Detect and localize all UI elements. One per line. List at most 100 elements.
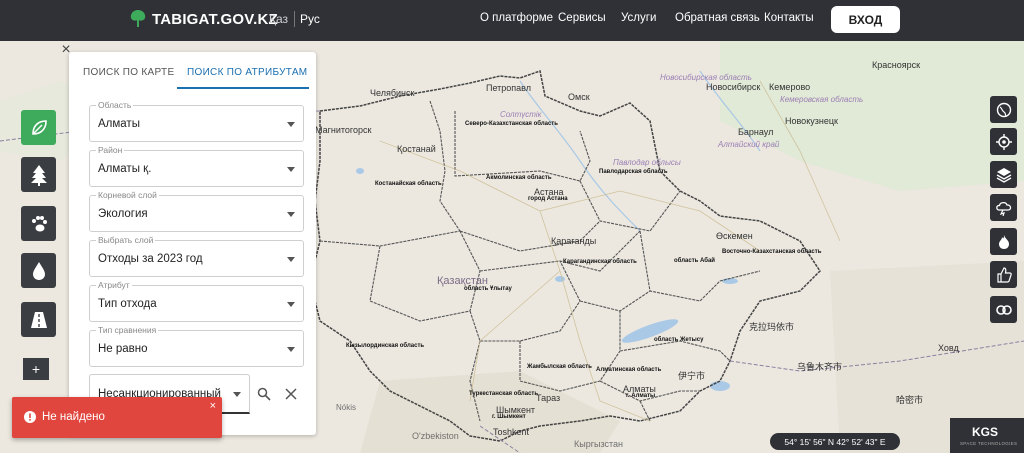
map-region-ulytau: область Ұлытау — [464, 286, 512, 292]
nav-feedback[interactable]: Обратная связь — [675, 12, 760, 24]
tree-logo-icon — [130, 10, 146, 27]
crosshair-icon — [995, 133, 1012, 150]
fauna-layer-button[interactable] — [21, 206, 56, 241]
toast-message: Не найдено — [42, 411, 105, 423]
roads-layer-button[interactable] — [21, 302, 56, 337]
ecology-layer-button[interactable] — [21, 110, 56, 145]
district-select[interactable]: Район Алматы қ. — [89, 145, 304, 187]
map-city-novokuznetsk: Новокузнецк — [785, 116, 838, 126]
kgs-logo: KGS SPACE TECHNOLOGIES — [950, 418, 1024, 453]
coordinates-readout: 54° 15' 56" N 42° 52' 43" E — [770, 433, 900, 450]
site-logo[interactable]: TABIGAT.GOV.KZ — [128, 9, 278, 29]
feedback-button[interactable] — [990, 261, 1017, 288]
thumbs-up-icon — [996, 266, 1012, 283]
tab-attribute-search[interactable]: ПОИСК ПО АТРИБУТАМ — [187, 67, 307, 78]
water-layer-button[interactable] — [21, 253, 56, 288]
map-region-kyzylorda: Кызылординская область — [346, 343, 425, 349]
region-select[interactable]: Область Алматы — [89, 100, 304, 142]
lang-kz-link[interactable]: Қаз — [269, 12, 288, 26]
layer-label: Выбрать слой — [96, 235, 156, 245]
error-toast: Не найдено × — [12, 397, 222, 438]
root-layer-label: Корневой слой — [96, 190, 159, 200]
chevron-down-icon — [287, 167, 295, 172]
active-tab-indicator — [177, 87, 309, 89]
map-label-pavlodar-oblysy: Павлодар облысы — [613, 158, 681, 167]
layers-icon — [996, 167, 1011, 183]
nav-services[interactable]: Сервисы — [558, 12, 606, 24]
road-icon — [30, 311, 47, 328]
map-city-kemerovo: Кемерово — [769, 82, 811, 92]
water-drop-icon — [32, 261, 45, 280]
root-layer-value: Экология — [98, 208, 148, 220]
layer-select[interactable]: Выбрать слой Отходы за 2023 год — [89, 235, 304, 277]
nav-about[interactable]: О платформе — [480, 12, 553, 24]
basemap-button[interactable] — [990, 96, 1017, 123]
map-label-altai-krai: Алтайский край — [718, 140, 780, 149]
map-label-kemerovo-obl: Кемеровская область — [780, 95, 864, 104]
locate-button[interactable] — [990, 128, 1017, 155]
comparison-select[interactable]: Тип сравнения Не равно — [89, 325, 304, 367]
cloud-lightning-icon — [995, 201, 1011, 216]
map-city-oskemen: Өскемен — [716, 231, 753, 241]
comparison-label: Тип сравнения — [96, 325, 159, 335]
tab-map-search[interactable]: ПОИСК ПО КАРТЕ — [83, 67, 174, 78]
forest-layer-button[interactable] — [21, 157, 56, 192]
globe-icon — [996, 102, 1011, 117]
map-city-krasnoyarsk: Красноярск — [872, 60, 921, 70]
map-country-uzbekistan: O'zbekiston — [412, 431, 459, 441]
root-layer-select[interactable]: Корневой слой Экология — [89, 190, 304, 232]
nav-offerings[interactable]: Услуги — [621, 12, 656, 24]
map-city-kostanay: Қостанай — [397, 144, 436, 154]
lang-ru-link[interactable]: Рус — [300, 12, 320, 26]
chevron-down-icon — [287, 212, 295, 217]
zoom-in-button[interactable]: + — [23, 358, 49, 380]
lang-divider — [294, 11, 295, 27]
nav-contacts[interactable]: Контакты — [764, 12, 814, 24]
layers-button[interactable] — [990, 161, 1017, 188]
map-city-novosibirsk: Новосибирск — [706, 82, 761, 92]
map-city-karaganda: Қарағанды — [551, 236, 597, 246]
chevron-down-icon — [287, 257, 295, 262]
map-region-turkestan: Туркестанская область — [469, 391, 539, 397]
map-city-petropavl: Петропавл — [486, 83, 532, 93]
map-region-pavlodar: Павлодарская область — [599, 169, 668, 175]
map-city-nokis: Nókis — [336, 403, 357, 412]
chevron-down-icon — [233, 392, 241, 397]
region-value: Алматы — [98, 118, 140, 130]
map-region-kostanay: Костанайская область — [375, 181, 442, 187]
kgs-logo-subtitle: SPACE TECHNOLOGIES — [960, 441, 1018, 446]
chevron-down-icon — [287, 302, 295, 307]
share-link-button[interactable] — [990, 296, 1017, 323]
map-region-zhetysu: область Жетысу — [654, 337, 704, 343]
map-sub-almaty: г. Алматы — [626, 393, 656, 399]
map-region-abai: область Абай — [674, 258, 715, 264]
chevron-down-icon — [287, 347, 295, 352]
attribute-label: Атрибут — [96, 280, 132, 290]
map-city-yining: 伊宁市 — [678, 371, 706, 381]
leaf-icon — [31, 119, 47, 135]
map-label-novosibirsk-obl: Новосибирская область — [660, 73, 752, 82]
district-label: Район — [96, 145, 125, 155]
map-city-hami: 哈密市 — [896, 395, 924, 405]
map-region-north-kz: Северо-Казахстанская область — [465, 121, 558, 127]
map-city-karamay: 克拉玛依市 — [749, 322, 795, 332]
map-region-almaty-oblast: Алматинская область — [596, 367, 662, 373]
search-panel: ПОИСК ПО КАРТЕ ПОИСК ПО АТРИБУТАМ Област… — [69, 52, 316, 435]
map-city-chelyabinsk: Челябинск — [370, 88, 415, 98]
comparison-value: Не равно — [98, 343, 148, 355]
login-button[interactable]: ВХОД — [831, 6, 900, 33]
search-icon[interactable] — [257, 387, 271, 401]
link-icon — [995, 304, 1012, 315]
map-city-taraz: Тараз — [536, 393, 561, 403]
map-city-barnaul: Барнаул — [738, 127, 774, 137]
logo-text: TABIGAT.GOV.KZ — [152, 10, 278, 28]
attribute-select[interactable]: Атрибут Тип отхода — [89, 280, 304, 322]
clear-icon[interactable] — [285, 388, 297, 400]
toast-close-icon[interactable]: × — [210, 400, 216, 412]
fire-button[interactable] — [990, 228, 1017, 255]
map-city-toshkent: Toshkent — [493, 427, 530, 437]
kgs-logo-text: KGS — [972, 425, 999, 439]
map-country-kyrgyzstan: Кыргызстан — [574, 439, 623, 449]
weather-button[interactable] — [990, 194, 1017, 221]
layer-value: Отходы за 2023 год — [98, 253, 203, 265]
